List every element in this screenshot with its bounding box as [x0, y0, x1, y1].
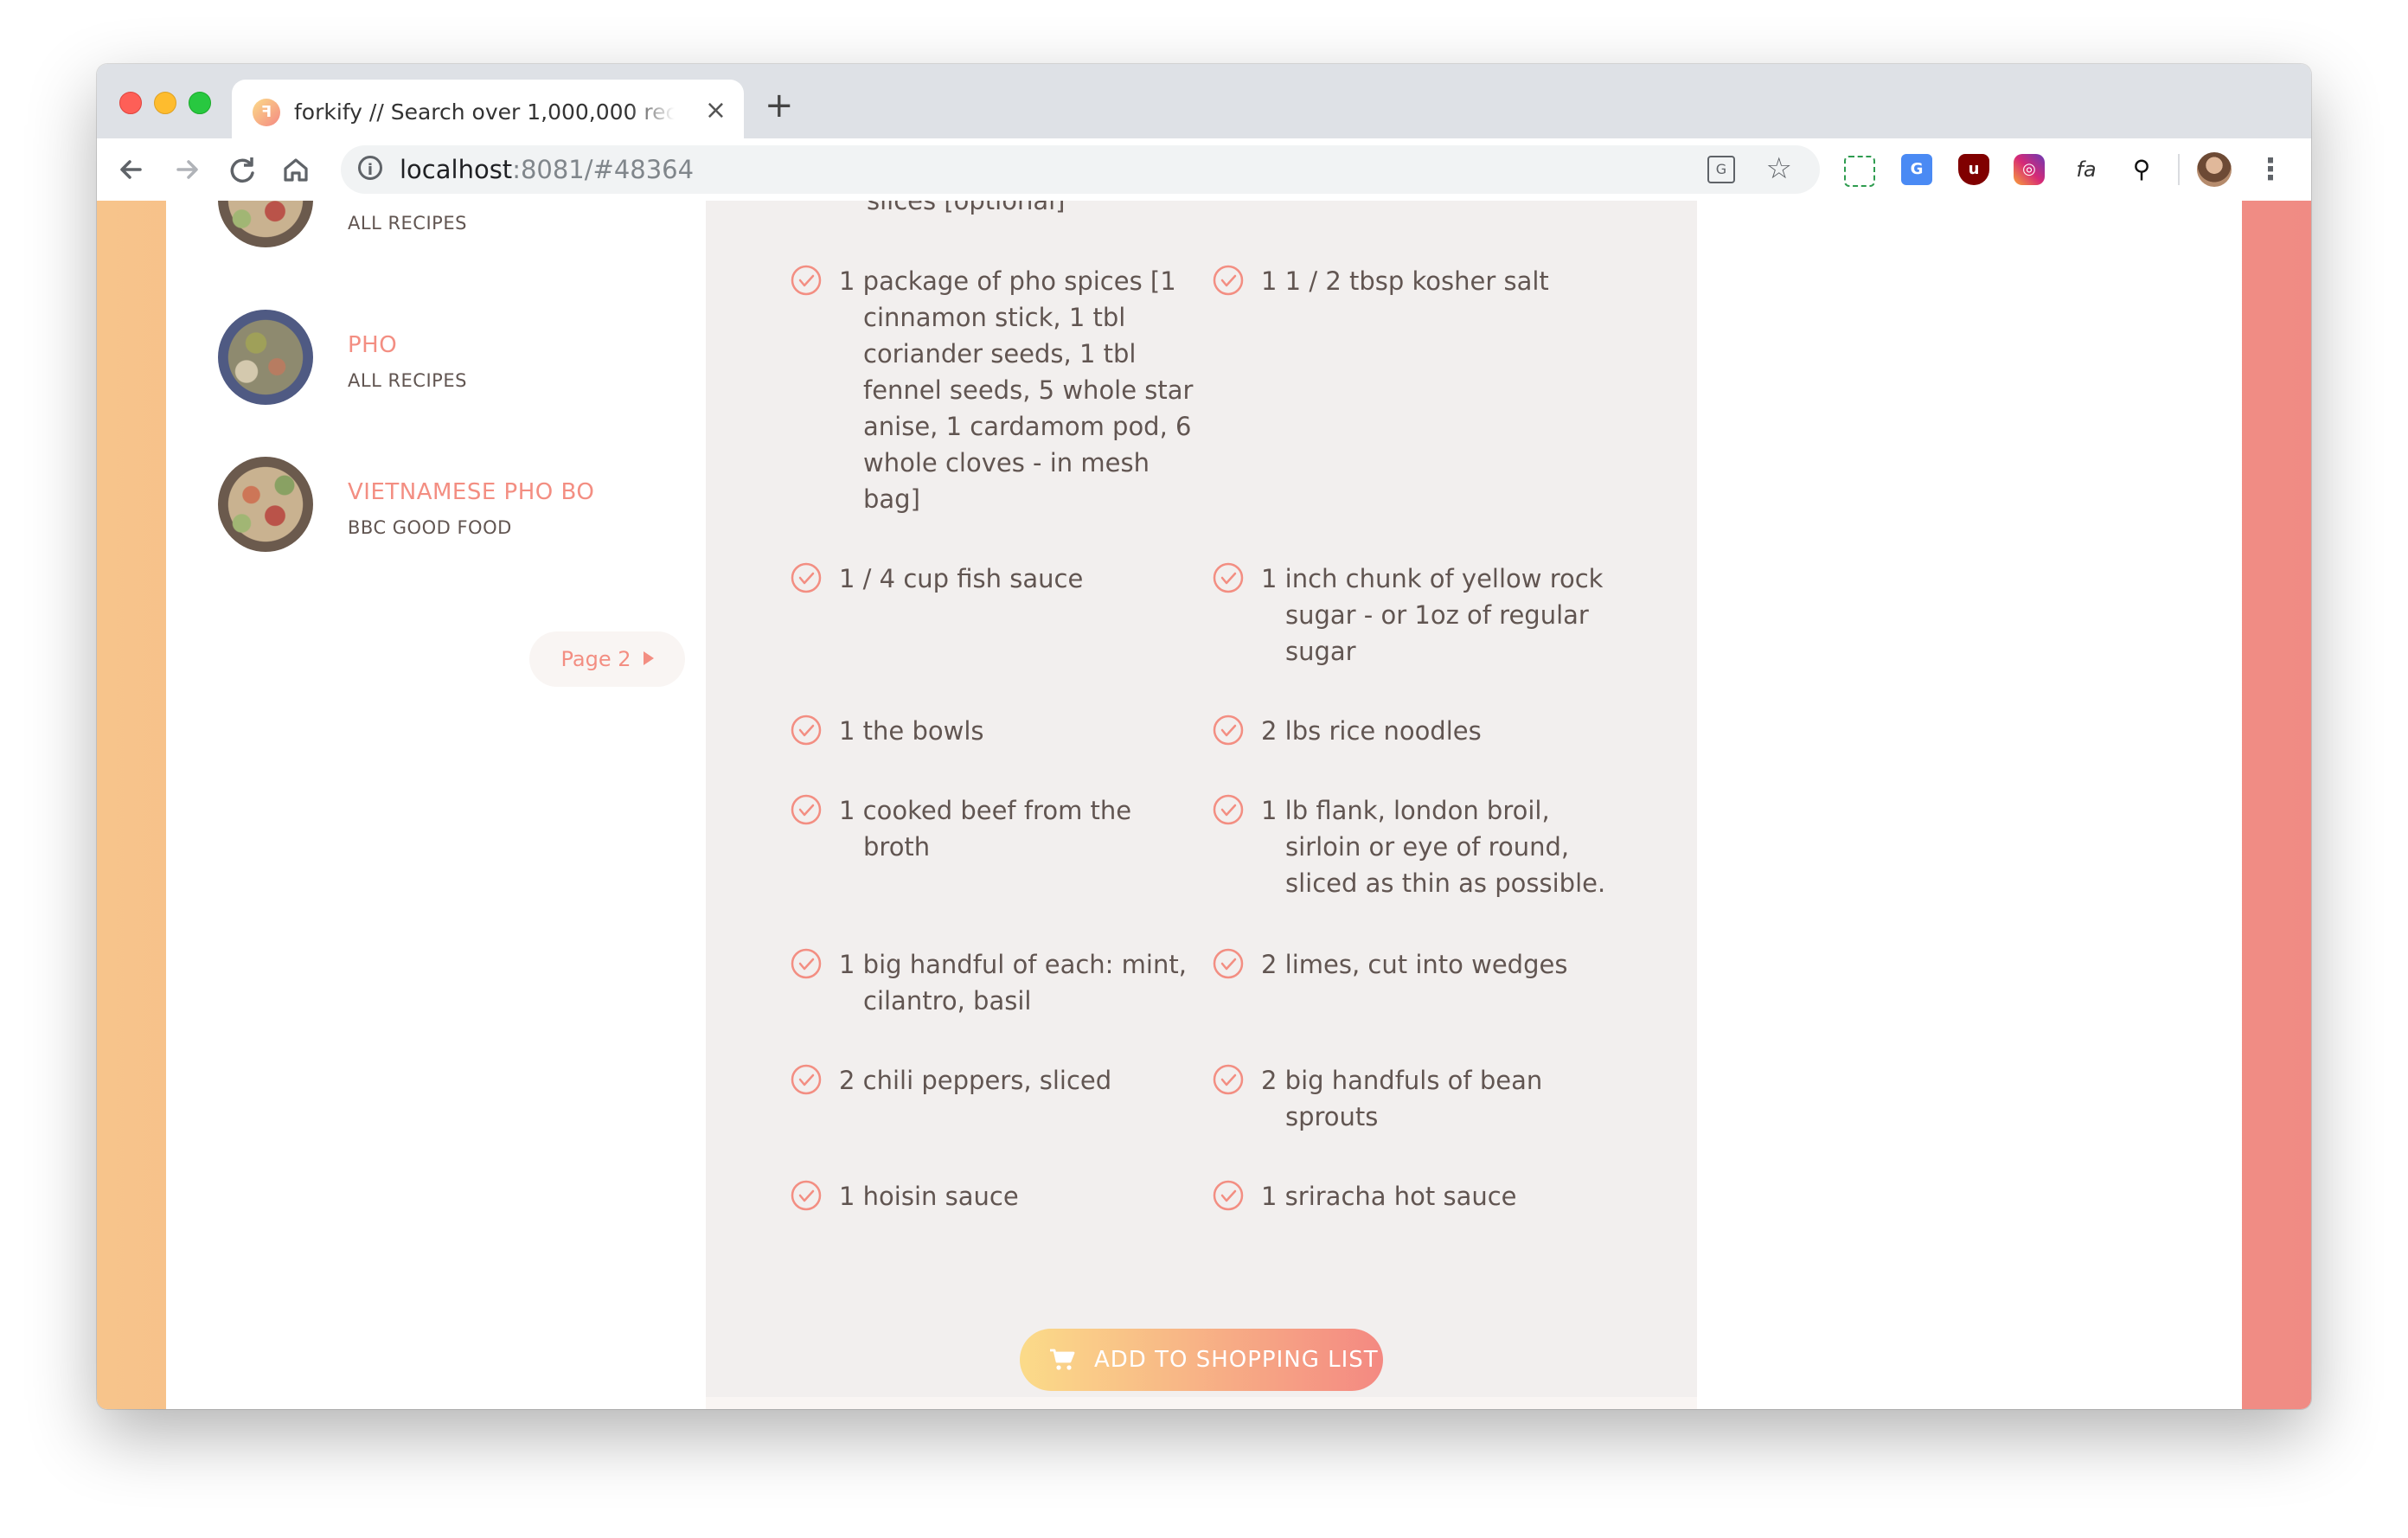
check-circle-icon: [1213, 265, 1244, 296]
result-image: [218, 457, 313, 552]
close-window-button[interactable]: [119, 92, 142, 114]
check-circle-icon: [791, 265, 822, 296]
home-icon[interactable]: [275, 149, 317, 190]
site-info-icon[interactable]: i: [358, 156, 382, 180]
check-circle-icon: [791, 948, 822, 979]
result-item[interactable]: VIETNAMESE PHO BO BBC GOOD FOOD: [218, 457, 702, 578]
forward-arrow-icon[interactable]: [166, 149, 208, 190]
add-to-shopping-list-label: ADD TO SHOPPING LIST: [1094, 1347, 1379, 1373]
recipe-panel-bottom: [706, 1397, 1697, 1409]
result-title: PHO: [348, 332, 398, 358]
ublock-extension-icon[interactable]: u: [1958, 154, 1989, 185]
next-page-button[interactable]: Page 2: [529, 631, 685, 687]
url-path: :8081/#48364: [512, 155, 695, 184]
ingredient-text: 1 cooked beef from the broth: [839, 796, 1132, 862]
check-circle-icon: [791, 715, 822, 746]
google-translate-extension-icon[interactable]: G: [1901, 154, 1932, 185]
ingredient-partial-text: slices [optional]: [867, 201, 1066, 215]
toolbar-divider: [2178, 154, 2180, 185]
app-container: ALL RECIPES PHO ALL RECIPES VIETNAMESE P…: [166, 201, 2242, 1409]
ingredient-text: 1 lb flank, london broil, sirloin or eye…: [1261, 796, 1606, 898]
ingredient-text: 1 package of pho spices [1 cinnamon stic…: [839, 266, 1194, 514]
maximize-window-button[interactable]: [189, 92, 211, 114]
ingredient-text: 2 big handfuls of bean sprouts: [1261, 1066, 1543, 1131]
check-circle-icon: [1213, 1180, 1244, 1211]
ingredient-text: 1 1 / 2 tbsp kosher salt: [1261, 266, 1549, 296]
shopping-cart-icon: [1050, 1349, 1075, 1370]
result-image: [218, 310, 313, 405]
tab-close-icon[interactable]: ×: [705, 95, 727, 126]
check-circle-icon: [1213, 562, 1244, 593]
translate-icon[interactable]: G: [1707, 156, 1735, 183]
url-host: localhost: [400, 155, 513, 184]
ingredient-text: 1 sriracha hot sauce: [1261, 1182, 1517, 1211]
add-to-shopping-list-button[interactable]: ADD TO SHOPPING LIST: [1020, 1329, 1383, 1391]
new-tab-button[interactable]: +: [765, 88, 794, 123]
result-image: [218, 201, 313, 247]
ingredient-text: 1 hoisin sauce: [839, 1182, 1019, 1211]
result-item[interactable]: PHO ALL RECIPES: [218, 310, 702, 431]
check-circle-icon: [1213, 948, 1244, 979]
check-circle-icon: [791, 1064, 822, 1095]
address-bar[interactable]: i localhost:8081/#48364 G ☆: [341, 145, 1820, 194]
page-viewport: ALL RECIPES PHO ALL RECIPES VIETNAMESE P…: [97, 201, 2311, 1409]
ingredient-text: 1 big handful of each: mint, cilantro, b…: [839, 950, 1187, 1016]
ingredient-text: 1 / 4 cup fish sauce: [839, 564, 1084, 593]
bookmark-star-icon[interactable]: ☆: [1766, 152, 1792, 185]
check-circle-icon: [1213, 715, 1244, 746]
font-awesome-extension-icon[interactable]: fa: [2071, 154, 2102, 185]
ingredient-text: 2 limes, cut into wedges: [1261, 950, 1568, 979]
search-results: ALL RECIPES PHO ALL RECIPES VIETNAMESE P…: [166, 201, 706, 1409]
browser-toolbar: i localhost:8081/#48364 G ☆ G u ◎ fa ⚲ ⋮: [97, 138, 2311, 202]
next-page-label: Page 2: [560, 647, 631, 671]
check-circle-icon: [1213, 794, 1244, 825]
ingredient-text: 2 chili peppers, sliced: [839, 1066, 1112, 1095]
screenshot-extension-icon[interactable]: [1844, 156, 1875, 187]
recipe-ingredients-panel: slices [optional] 1 package of pho spice…: [706, 201, 1697, 1397]
forkify-favicon-icon: ꟻ: [253, 99, 280, 126]
url-text[interactable]: localhost:8081/#48364: [400, 154, 694, 185]
result-author: ALL RECIPES: [348, 370, 467, 391]
ingredient-text: 1 the bowls: [839, 716, 984, 746]
result-item[interactable]: ALL RECIPES: [218, 201, 702, 273]
search-extension-icon[interactable]: ⚲: [2126, 154, 2157, 185]
menu-dots-icon[interactable]: ⋮: [2256, 151, 2285, 189]
check-circle-icon: [791, 1180, 822, 1211]
result-author: ALL RECIPES: [348, 213, 467, 234]
back-arrow-icon[interactable]: [111, 149, 152, 190]
ingredient-text: 1 inch chunk of yellow rock sugar - or 1…: [1261, 564, 1604, 666]
result-title: VIETNAMESE PHO BO: [348, 479, 595, 505]
instagram-extension-icon[interactable]: ◎: [2014, 154, 2045, 185]
shopping-list-area: [1697, 201, 2242, 1409]
ingredient-text: 2 lbs rice noodles: [1261, 716, 1482, 746]
browser-tab[interactable]: ꟻ forkify // Search over 1,000,000 recip…: [232, 80, 744, 138]
browser-window: ꟻ forkify // Search over 1,000,000 recip…: [97, 64, 2311, 1409]
tab-title: forkify // Search over 1,000,000 recipes: [294, 99, 675, 125]
minimize-window-button[interactable]: [154, 92, 176, 114]
reload-icon[interactable]: [221, 149, 263, 190]
triangle-right-icon: [643, 651, 654, 665]
check-circle-icon: [1213, 1064, 1244, 1095]
profile-avatar-icon[interactable]: [2197, 152, 2232, 187]
tab-strip: ꟻ forkify // Search over 1,000,000 recip…: [97, 64, 2311, 138]
result-author: BBC GOOD FOOD: [348, 517, 512, 538]
check-circle-icon: [791, 562, 822, 593]
check-circle-icon: [791, 794, 822, 825]
